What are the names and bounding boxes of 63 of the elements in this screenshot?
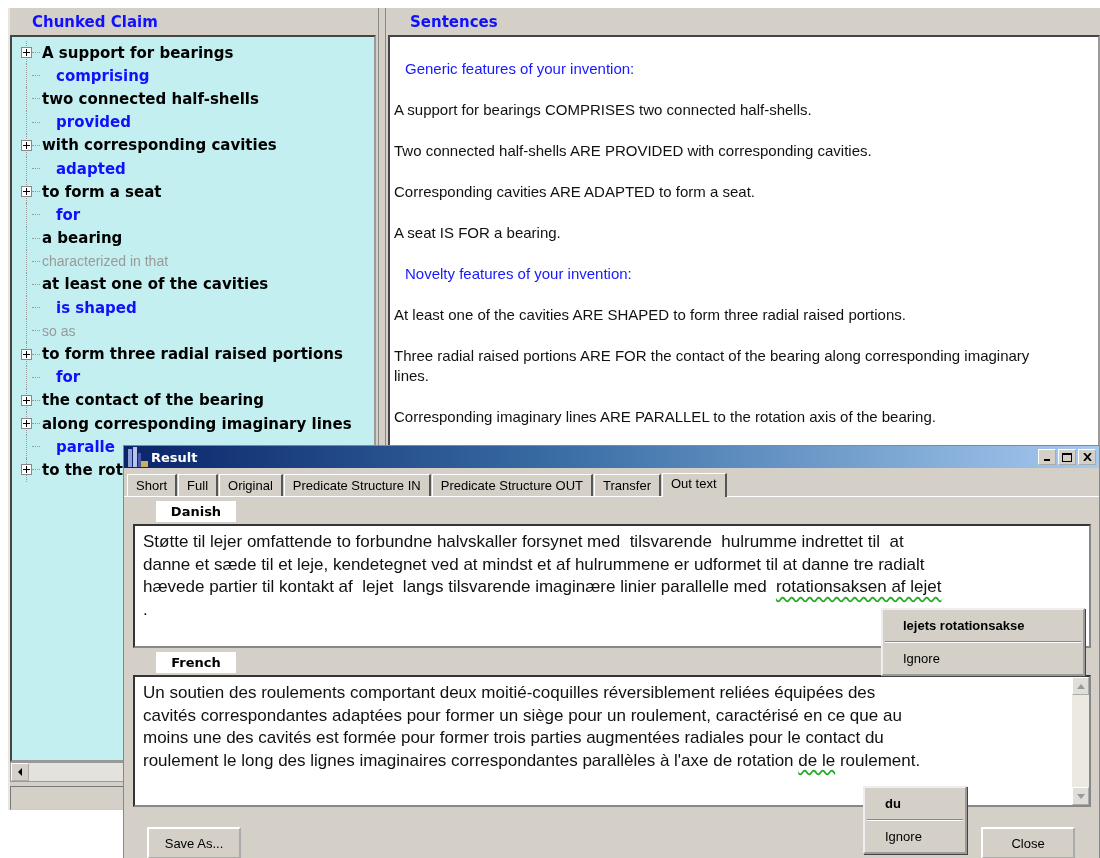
tree-item[interactable]: to the rot [42,460,123,479]
text-field[interactable] [133,524,1091,648]
scroll-up-icon[interactable] [1072,677,1089,695]
language-label: French [156,652,236,673]
sentence: Corresponding imaginary lines ARE PARALLEL to the rotation axis of the bearing. [394,407,937,427]
tree-item[interactable]: paralle [56,437,115,456]
minimize-button[interactable] [1038,449,1056,465]
tree-item[interactable]: to form a seat [42,182,162,201]
sentence: A support for bearings COMPRISES two connected half-shells. [394,100,813,120]
maximize-icon [1062,452,1072,462]
expand-icon[interactable] [21,418,32,430]
expand-icon[interactable] [21,464,32,476]
tree-item[interactable]: to form three radial raised portions [42,345,343,364]
scroll-left-icon[interactable] [11,763,29,781]
tree-item[interactable]: for [56,368,81,387]
panel-title: Chunked Claim [32,12,158,31]
language-label: Danish [156,501,236,522]
tree-item[interactable]: provided [56,113,131,132]
tab[interactable]: Original [219,474,283,496]
expand-icon[interactable] [21,394,32,406]
sentence: Corresponding cavities ARE ADAPTED to form a seat. [394,182,756,202]
section-heading: Generic features of your invention: [404,59,636,79]
tree-item[interactable]: the contact of the bearing [42,391,264,410]
tree-item[interactable]: two connected half-shells [42,89,259,108]
dialog-button[interactable]: Close [981,827,1075,858]
tab[interactable]: Out text [661,473,727,497]
close-button[interactable] [1078,449,1096,465]
menu-item[interactable]: Ignore [865,821,965,852]
tree-item[interactable]: A support for bearings [42,43,234,62]
columns-icon [127,447,149,467]
window-title: Result [151,449,198,465]
tree-item[interactable]: is shaped [56,298,137,317]
text-content: Un soutien des roulements comportant deux moitié-coquilles réversiblement reliées équipées des cavités correspondantes adaptées pour former un siège pour un roulement, caractérisé en ce que au moins une des cavités est formée pour former trois parties augmentées radiales pour le contact du roulement le long des lignes imaginaires correspondantes parallèles à l'axe de rotation de le roulement. [143,682,921,772]
close-icon [1082,453,1092,461]
tree-item[interactable]: at least one of the cavities [42,275,269,294]
menu-item[interactable]: du [865,788,965,819]
maximize-button[interactable] [1058,449,1076,465]
tab[interactable]: Predicate Structure OUT [431,474,594,496]
tree-item[interactable]: with corresponding cavities [42,136,277,155]
tree-item[interactable]: along corresponding imaginary lines [42,414,352,433]
vertical-scrollbar[interactable] [1072,677,1089,805]
text-field[interactable] [133,675,1091,807]
sentence: At least one of the cavities ARE SHAPED to form three radial raised portions. [394,305,907,325]
tree-item[interactable]: adapted [56,159,126,178]
menu-item[interactable]: Ignore [883,643,1083,674]
panel-title: Sentences [410,12,498,31]
sentence: Two connected half-shells ARE PROVIDED with corresponding cavities. [394,141,873,161]
tree-item[interactable]: comprising [56,66,150,85]
expand-icon[interactable] [21,139,32,151]
expand-icon[interactable] [21,186,32,198]
tab[interactable]: Transfer [594,474,661,496]
scroll-down-icon[interactable] [1072,787,1089,805]
expand-icon[interactable] [21,348,32,360]
tree-item[interactable]: a bearing [42,229,123,248]
dialog-button[interactable]: Save As... [147,827,241,858]
tab[interactable]: Predicate Structure IN [283,474,431,496]
tree-item[interactable]: for [56,205,81,224]
section-heading: Novelty features of your invention: [404,264,633,284]
tab[interactable]: Short [127,474,178,496]
sentence: Three radial raised portions ARE FOR the contact of the bearing along corresponding imaginary lines. [394,346,1031,386]
expand-icon[interactable] [21,47,32,59]
sentence: A seat IS FOR a bearing. [394,223,562,243]
tab[interactable]: Full [178,474,219,496]
